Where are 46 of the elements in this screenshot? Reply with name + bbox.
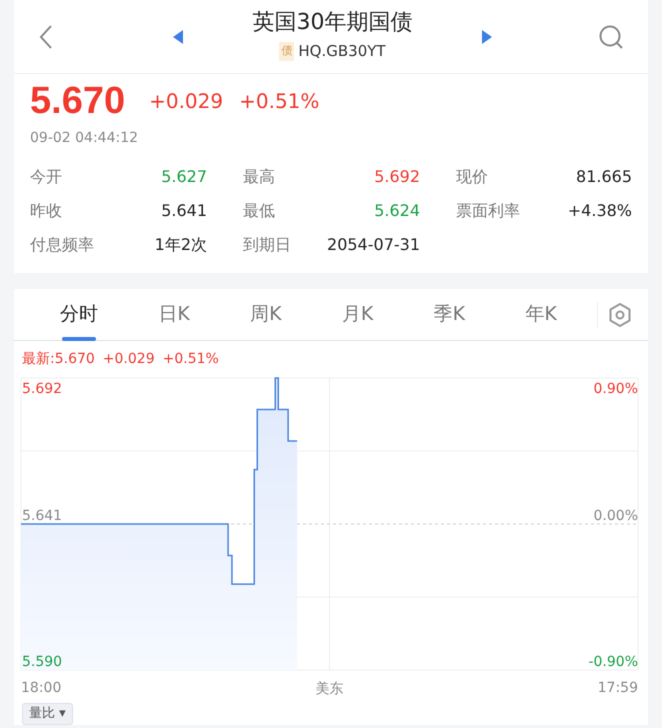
- price-label: 5.590: [22, 654, 62, 670]
- bond-code: HQ.GB30YT: [298, 41, 386, 62]
- percent-label: -0.90%: [588, 654, 638, 670]
- time-label: 18:00: [21, 680, 62, 696]
- stat-label: 付息频率: [30, 235, 94, 254]
- stat-label: 最低: [243, 201, 275, 220]
- stat-value: 5.692: [373, 166, 420, 188]
- percent-label: 0.90%: [594, 381, 638, 397]
- price-label: 5.641: [22, 508, 62, 524]
- search-icon[interactable]: [598, 24, 624, 50]
- timezone-label: 美东: [316, 681, 344, 697]
- latest-quote: +0.029: [102, 350, 155, 369]
- chart-tab[interactable]: 年K: [495, 288, 588, 340]
- stat-label: 票面利率: [456, 201, 520, 220]
- stat-value: 81.665: [575, 166, 632, 188]
- chart-tab[interactable]: 周K: [220, 288, 312, 340]
- chart-tab[interactable]: 分时: [30, 288, 128, 340]
- stat-label: 最高: [243, 167, 275, 186]
- quote-time: 09-02 04:44:12: [30, 129, 140, 148]
- chart-tab[interactable]: 日K: [128, 288, 220, 340]
- time-label: 17:59: [598, 680, 638, 696]
- caret-icon: ▾: [59, 706, 66, 721]
- latest-quote: 最新:5.670: [22, 350, 95, 369]
- bond-badge: 债: [279, 42, 294, 61]
- stat-value: 5.627: [160, 166, 207, 188]
- stat-label: 现价: [456, 167, 488, 186]
- stat-value: 2054-07-31: [326, 234, 420, 256]
- chart-tab[interactable]: 月K: [312, 288, 404, 340]
- stat-label: 到期日: [243, 235, 291, 254]
- percent-change: +0.51%: [239, 88, 320, 115]
- stat-value: 5.624: [373, 200, 420, 222]
- stat-label: 今开: [30, 167, 62, 186]
- volume-ratio-dropdown[interactable]: 量比 ▾: [22, 703, 73, 724]
- stat-value: 5.641: [160, 200, 207, 222]
- stat-value: 1年2次: [154, 234, 207, 256]
- chart-tab[interactable]: 季K: [404, 288, 496, 340]
- page-title: 英国30年期国债: [252, 10, 412, 36]
- stat-value: +4.38%: [566, 200, 632, 222]
- price-label: 5.692: [22, 381, 62, 397]
- settings-icon[interactable]: [608, 302, 632, 328]
- latest-quote: +0.51%: [162, 350, 219, 369]
- back-icon[interactable]: [38, 24, 54, 50]
- stat-label: 昨收: [30, 201, 62, 220]
- price-change: +0.029: [149, 88, 224, 115]
- percent-label: 0.00%: [594, 508, 638, 524]
- last-price: 5.670: [30, 82, 126, 120]
